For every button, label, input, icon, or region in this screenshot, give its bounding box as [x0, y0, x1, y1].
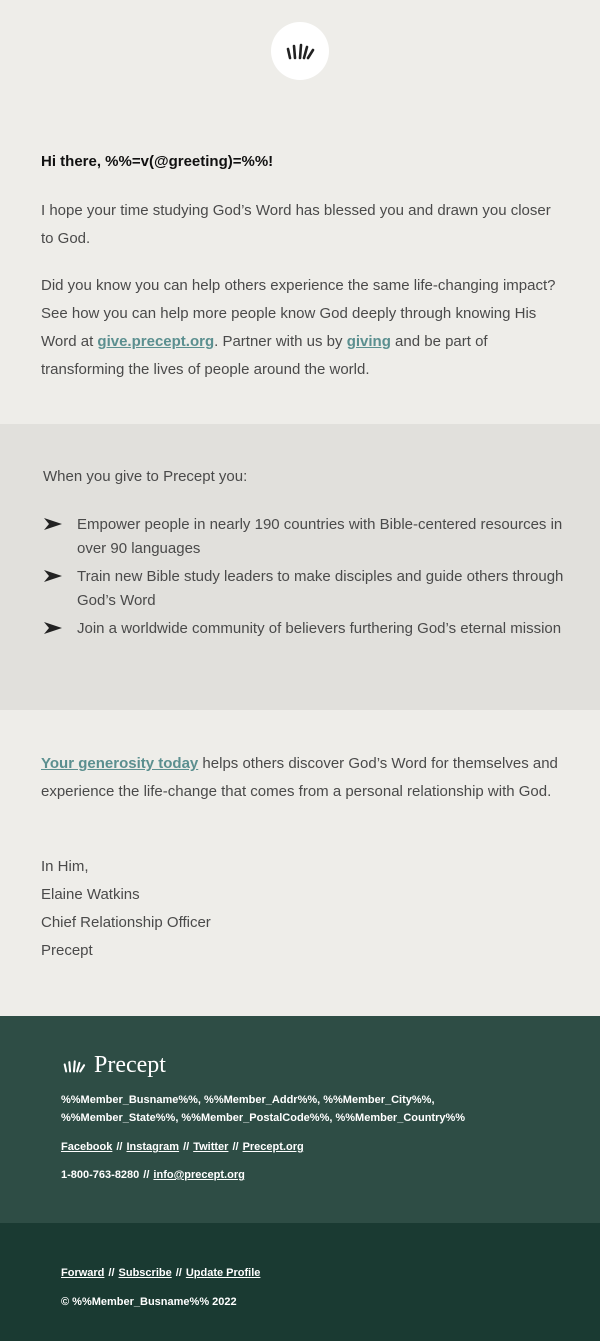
- closing-paragraph: Your generosity today helps others disco…: [41, 750, 566, 806]
- precept-org-link[interactable]: Precept.org: [243, 1141, 304, 1153]
- footer-social-links: Facebook//Instagram//Twitter//Precept.or…: [61, 1138, 304, 1156]
- benefits-list: Empower people in nearly 190 countries w…: [44, 513, 564, 645]
- separator: //: [183, 1141, 190, 1153]
- intro-section: Hi there, %%=v(@greeting)=%%! I hope you…: [0, 0, 600, 424]
- separator: //: [108, 1267, 115, 1279]
- separator: //: [143, 1169, 150, 1181]
- email-page: Hi there, %%=v(@greeting)=%%! I hope you…: [0, 0, 600, 1341]
- paragraph-blessing: I hope your time studying God’s Word has…: [41, 202, 551, 247]
- list-item: Empower people in nearly 190 countries w…: [44, 513, 564, 561]
- benefit-text: Empower people in nearly 190 countries w…: [77, 516, 563, 557]
- footer-logo[interactable]: Precept: [61, 1052, 166, 1079]
- arrow-right-icon: [44, 518, 62, 530]
- footer-brand-name: Precept: [94, 1052, 166, 1078]
- header-logo[interactable]: [271, 22, 329, 80]
- signature-name: Elaine Watkins: [41, 886, 140, 903]
- benefits-intro: When you give to Precept you:: [43, 468, 248, 485]
- address-line-2: %%Member_State%%, %%Member_PostalCode%%,…: [61, 1112, 466, 1124]
- separator: //: [175, 1267, 182, 1279]
- arrow-right-icon: [44, 570, 62, 582]
- bottom-links: Forward//Subscribe//Update Profile: [61, 1264, 260, 1282]
- greeting: Hi there, %%=v(@greeting)=%%!: [41, 153, 274, 170]
- facebook-link[interactable]: Facebook: [61, 1141, 112, 1153]
- closing-section: Your generosity today helps others disco…: [0, 710, 600, 1016]
- separator: //: [232, 1141, 239, 1153]
- instagram-link[interactable]: Instagram: [126, 1141, 179, 1153]
- list-item: Train new Bible study leaders to make di…: [44, 565, 564, 613]
- give-precept-link[interactable]: give.precept.org: [97, 333, 214, 350]
- twitter-link[interactable]: Twitter: [193, 1141, 228, 1153]
- subscribe-link[interactable]: Subscribe: [119, 1267, 172, 1279]
- footer: Precept %%Member_Busname%%, %%Member_Add…: [0, 1016, 600, 1223]
- footer-address: %%Member_Busname%%, %%Member_Addr%%, %%M…: [61, 1091, 465, 1127]
- signature-salutation: In Him,: [41, 858, 89, 875]
- separator: //: [116, 1141, 123, 1153]
- signature-org: Precept: [41, 942, 93, 959]
- arrow-right-icon: [44, 622, 62, 634]
- phone-number: 1-800-763-8280: [61, 1169, 140, 1181]
- bottom-bar: Forward//Subscribe//Update Profile © %%M…: [0, 1223, 600, 1341]
- address-line-1: %%Member_Busname%%, %%Member_Addr%%, %%M…: [61, 1094, 435, 1106]
- precept-mark-icon: [63, 1059, 86, 1072]
- update-profile-link[interactable]: Update Profile: [186, 1267, 261, 1279]
- paragraph-impact: Did you know you can help others experie…: [41, 272, 566, 384]
- generosity-link[interactable]: Your generosity today: [41, 755, 198, 772]
- benefit-text: Train new Bible study leaders to make di…: [77, 568, 564, 609]
- benefit-text: Join a worldwide community of believers …: [77, 620, 562, 637]
- giving-link[interactable]: giving: [347, 333, 391, 350]
- email-link[interactable]: info@precept.org: [153, 1169, 244, 1181]
- signature: In Him, Elaine Watkins Chief Relationshi…: [41, 853, 211, 965]
- signature-title: Chief Relationship Officer: [41, 914, 211, 931]
- forward-link[interactable]: Forward: [61, 1267, 104, 1279]
- paragraph-impact-text-2: . Partner with us by: [214, 333, 347, 350]
- list-item: Join a worldwide community of believers …: [44, 617, 564, 641]
- precept-mark-icon: [286, 43, 315, 60]
- benefits-section: When you give to Precept you: Empower pe…: [0, 424, 600, 710]
- copyright: © %%Member_Busname%% 2022: [61, 1296, 237, 1308]
- footer-contact: 1-800-763-8280//info@precept.org: [61, 1166, 245, 1184]
